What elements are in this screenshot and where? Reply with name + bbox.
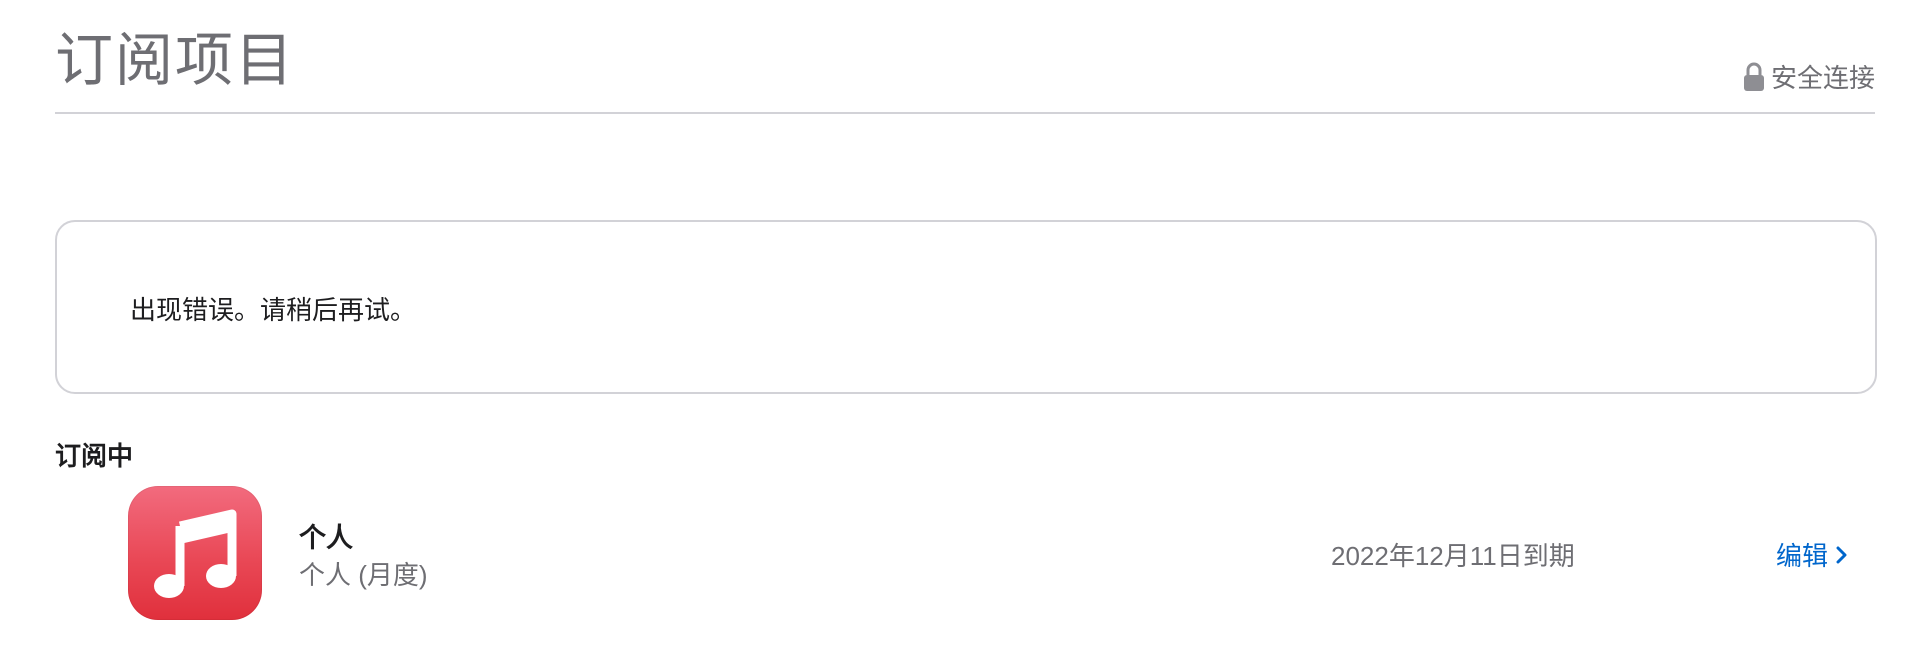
page-title: 订阅项目 bbox=[55, 28, 296, 93]
error-message: 出现错误。请稍后再试。 bbox=[130, 295, 417, 325]
page-header: 订阅项目 安全连接 bbox=[55, 22, 1875, 114]
subscription-row: 个人 个人 (月度) 2022年12月11日到期 编辑 bbox=[128, 486, 1856, 621]
error-card: 出现错误。请稍后再试。 bbox=[55, 220, 1877, 394]
secure-connection: 安全连接 bbox=[1743, 58, 1875, 95]
edit-subscription-link[interactable]: 编辑 bbox=[1776, 536, 1848, 573]
music-note-icon bbox=[154, 509, 237, 598]
active-subscriptions-heading: 订阅中 bbox=[55, 441, 134, 471]
music-app-icon bbox=[128, 486, 262, 620]
lock-icon bbox=[1743, 62, 1764, 91]
chevron-right-icon bbox=[1836, 546, 1847, 563]
secure-connection-label: 安全连接 bbox=[1770, 63, 1875, 93]
subscription-plan: 个人 (月度) bbox=[299, 560, 428, 590]
subscription-expiry: 2022年12月11日到期 bbox=[1331, 541, 1575, 571]
edit-link-label: 编辑 bbox=[1776, 541, 1829, 571]
subscription-name: 个人 bbox=[299, 523, 353, 553]
